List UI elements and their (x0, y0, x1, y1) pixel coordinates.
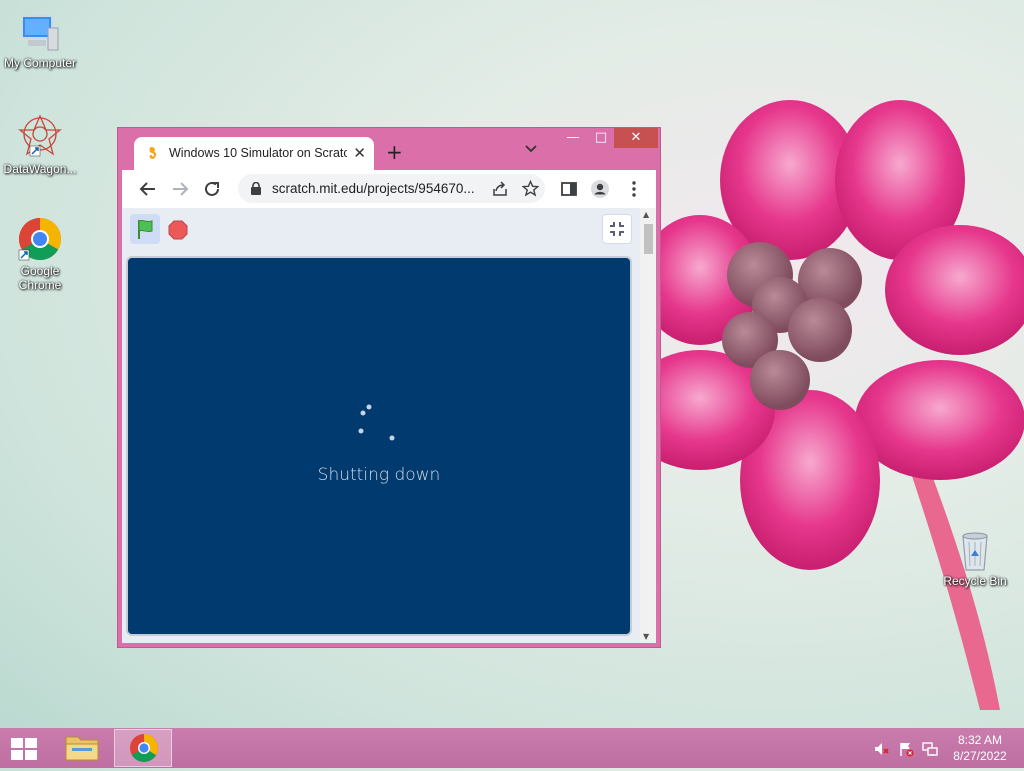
desktop-icon-recycle-bin[interactable]: Recycle Bin (935, 528, 1015, 588)
tab-windows-10-simulator[interactable]: Windows 10 Simulator on Scratch ✕ (134, 137, 374, 170)
computer-icon (21, 15, 59, 51)
wallpaper-flower (640, 100, 1024, 710)
scratch-stage-controls (122, 208, 640, 254)
chevron-down-icon[interactable] (524, 144, 538, 154)
profile-avatar-icon[interactable] (590, 179, 610, 199)
desktop-icon-my-computer[interactable]: My Computer (0, 10, 80, 70)
url-text: scratch.mit.edu/projects/954670... (272, 181, 475, 196)
desktop-icon-datawagon[interactable]: DataWagon... (0, 112, 80, 176)
taskbar-file-explorer[interactable] (54, 729, 110, 767)
page-content: ▲ ▼ Shutting down (122, 208, 656, 643)
network-icon[interactable] (922, 741, 938, 757)
tab-strip: Windows 10 Simulator on Scratch ✕ + — □ … (118, 128, 660, 170)
new-tab-button[interactable]: + (386, 140, 403, 164)
windows-start-icon[interactable] (10, 737, 38, 761)
reload-icon[interactable] (202, 179, 222, 199)
address-bar[interactable]: scratch.mit.edu/projects/954670... (238, 174, 545, 203)
system-clock[interactable]: 8:32 AM 8/27/2022 (940, 732, 1020, 764)
close-button[interactable]: ✕ (614, 128, 658, 148)
scratch-stage[interactable]: Shutting down (126, 256, 632, 636)
more-menu-icon[interactable] (624, 179, 644, 199)
loading-spinner-icon (358, 404, 395, 441)
desktop-icon-label: My Computer (3, 56, 77, 70)
bookmark-star-icon[interactable] (522, 180, 539, 197)
page-scrollbar[interactable]: ▲ ▼ (640, 208, 656, 643)
status-text: Shutting down (317, 465, 441, 485)
scroll-up-icon[interactable]: ▲ (643, 210, 649, 219)
action-center-flag-icon[interactable] (898, 741, 914, 757)
shrink-icon (610, 222, 624, 236)
chrome-window[interactable]: Windows 10 Simulator on Scratch ✕ + — □ … (117, 127, 661, 648)
minimize-button[interactable]: — (560, 128, 586, 148)
desktop-icon-google-chrome[interactable]: Google Chrome (0, 216, 80, 292)
unfullscreen-button[interactable] (602, 214, 632, 244)
green-flag-icon (138, 219, 153, 239)
green-flag-button[interactable] (130, 214, 160, 244)
share-icon[interactable] (492, 181, 508, 197)
back-arrow-icon[interactable] (138, 179, 158, 199)
stop-sign-icon[interactable] (168, 220, 188, 240)
datawagon-icon (18, 114, 62, 157)
speaker-muted-icon[interactable] (873, 741, 889, 757)
taskbar-google-chrome[interactable] (114, 729, 172, 767)
forward-arrow-icon[interactable] (170, 179, 190, 199)
lock-icon[interactable] (250, 182, 262, 195)
desktop-icon-label: Recycle Bin (943, 574, 1007, 588)
taskbar: 8:32 AM 8/27/2022 (0, 728, 1024, 768)
desktop-icon-label: DataWagon... (3, 162, 77, 176)
recycle-bin-icon (962, 532, 988, 571)
maximize-button[interactable]: □ (588, 128, 614, 148)
scroll-thumb[interactable] (644, 224, 653, 254)
tab-close-icon[interactable]: ✕ (353, 144, 366, 162)
chrome-icon (130, 734, 158, 762)
tab-title: Windows 10 Simulator on Scratch (169, 146, 347, 160)
clock-date: 8/27/2022 (953, 749, 1007, 763)
scratch-favicon-icon (149, 147, 157, 159)
chrome-icon (18, 218, 62, 261)
clock-time: 8:32 AM (957, 733, 1003, 747)
scroll-down-icon[interactable]: ▼ (643, 632, 649, 641)
side-panel-icon[interactable] (559, 179, 579, 199)
desktop-icon-label: Google Chrome (18, 264, 62, 292)
browser-toolbar: scratch.mit.edu/projects/954670... (122, 170, 656, 208)
folder-icon (65, 736, 99, 761)
